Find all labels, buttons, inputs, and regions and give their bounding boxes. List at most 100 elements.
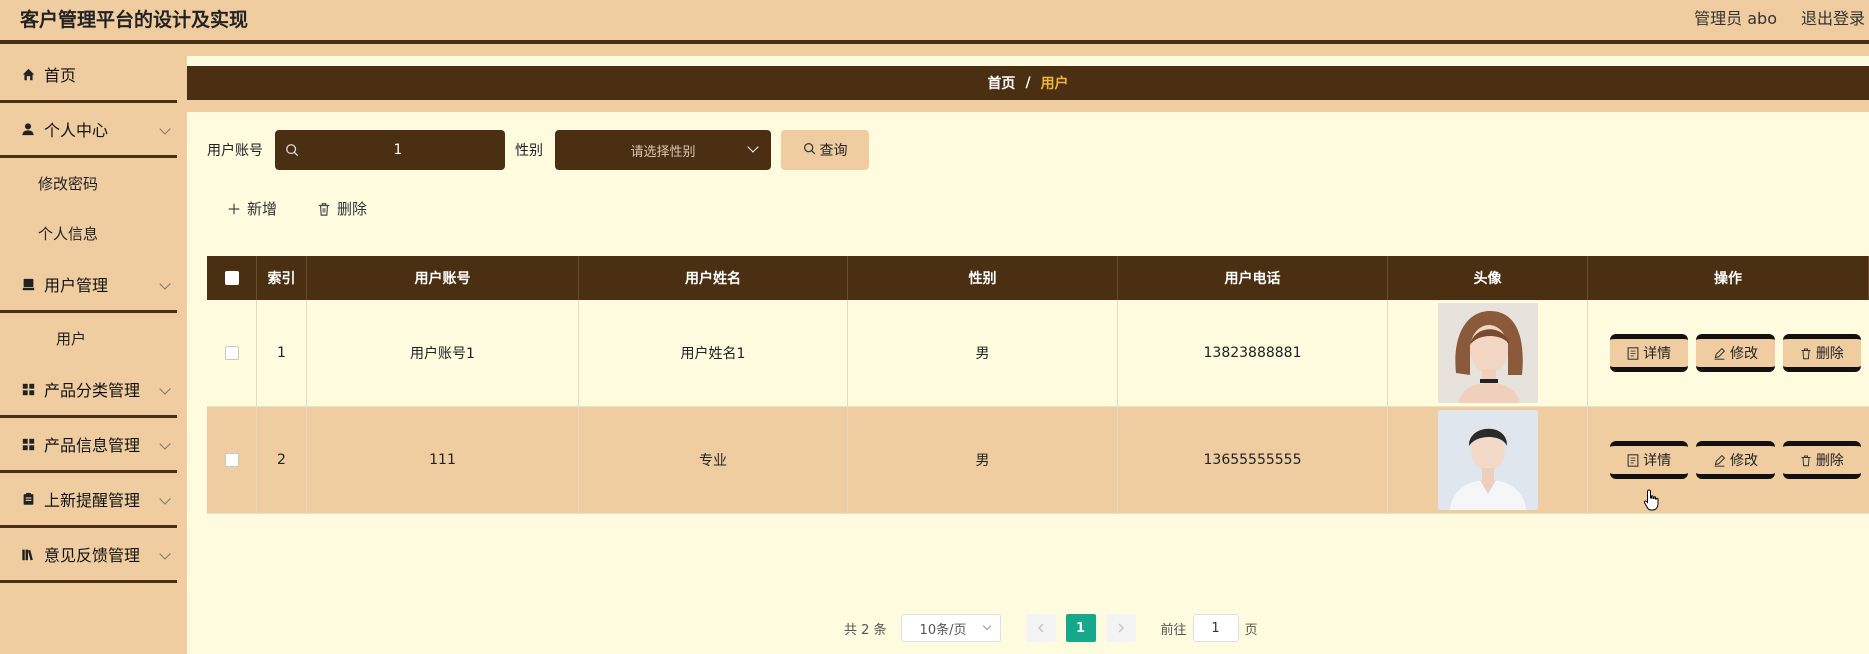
table-header: 索引 用户账号 用户姓名 性别 用户电话 头像 操作	[207, 256, 1869, 300]
detail-button[interactable]: 详情	[1610, 441, 1689, 479]
header-phone: 用户电话	[1118, 256, 1388, 300]
row-gender: 男	[848, 407, 1118, 513]
delete-button-label: 删除	[1815, 453, 1844, 469]
trash-icon	[1800, 347, 1812, 360]
header-account: 用户账号	[307, 256, 579, 300]
row-checkbox[interactable]	[224, 346, 239, 360]
sidebar-item-label: 上新提醒管理	[44, 491, 141, 510]
sidebar-item-new-arrival-reminder[interactable]: 上新提醒管理	[0, 473, 177, 528]
sidebar-item-feedback[interactable]: 意见反馈管理	[0, 528, 177, 583]
table-row: 2 111 专业 男 13655555555 详情 修改 删除	[207, 407, 1869, 514]
gender-select-placeholder: 请选择性别	[630, 144, 696, 160]
sidebar-item-user-management[interactable]: 用户管理	[0, 258, 177, 313]
delete-button[interactable]: 删除	[1782, 334, 1861, 372]
search-icon	[803, 142, 816, 159]
batch-delete-label: 删除	[337, 200, 368, 218]
delete-button[interactable]: 删除	[1782, 441, 1861, 479]
person-icon	[20, 121, 36, 137]
page-number-current[interactable]: 1	[1065, 614, 1096, 642]
pencil-icon	[1713, 454, 1726, 467]
pagination-total: 共 2 条	[844, 622, 887, 638]
sidebar-item-product-category[interactable]: 产品分类管理	[0, 363, 177, 418]
goto-prefix: 前往	[1160, 622, 1187, 638]
current-user-label: 管理员 abo	[1694, 9, 1777, 28]
user-table: 索引 用户账号 用户姓名 性别 用户电话 头像 操作 1 用户账号1 用户姓名1…	[207, 256, 1869, 514]
goto-page-input[interactable]	[1192, 614, 1239, 642]
next-page-button[interactable]	[1105, 614, 1136, 642]
chevron-down-icon	[159, 548, 171, 560]
clipboard-icon	[20, 491, 36, 507]
sidebar-subitem-personal-info[interactable]: 个人信息	[0, 208, 177, 258]
account-search-input[interactable]	[275, 130, 505, 170]
header-checkbox-cell	[207, 256, 257, 300]
sidebar-item-personal-center[interactable]: 个人中心	[0, 103, 177, 158]
row-checkbox[interactable]	[224, 453, 239, 467]
main-content: 首页 / 用户 用户账号 性别 请选择性别 查询	[187, 48, 1869, 654]
trash-icon	[317, 202, 331, 216]
row-name: 用户姓名1	[579, 300, 848, 406]
account-label: 用户账号	[207, 143, 263, 159]
sidebar-item-label: 首页	[44, 66, 77, 85]
header-operations: 操作	[1588, 256, 1869, 300]
row-checkbox-cell	[207, 300, 257, 406]
row-index: 2	[257, 407, 307, 513]
table-row: 1 用户账号1 用户姓名1 男 13823888881 详情 修改 删除	[207, 300, 1869, 407]
sidebar-subitem-users[interactable]: 用户	[0, 313, 177, 363]
detail-button[interactable]: 详情	[1610, 334, 1689, 372]
row-avatar-cell	[1388, 407, 1588, 513]
chevron-down-icon	[159, 278, 171, 290]
prev-page-button[interactable]	[1025, 614, 1056, 642]
header-avatar: 头像	[1388, 256, 1588, 300]
row-operations: 详情 修改 删除	[1588, 300, 1869, 406]
home-icon	[20, 66, 36, 82]
page-size-value: 10条/页	[919, 622, 967, 638]
gender-select[interactable]: 请选择性别	[555, 130, 771, 170]
batch-delete-button[interactable]: 删除	[317, 198, 367, 219]
books-icon	[20, 546, 36, 562]
chevron-down-icon	[159, 493, 171, 505]
grid-icon	[20, 436, 36, 452]
query-button-label: 查询	[819, 143, 848, 159]
document-icon	[1627, 346, 1639, 360]
plus-icon	[227, 202, 241, 216]
sidebar-item-label: 产品分类管理	[44, 381, 141, 400]
query-button[interactable]: 查询	[781, 130, 869, 170]
detail-button-label: 详情	[1643, 346, 1672, 362]
top-bar: 客户管理平台的设计及实现 管理员 abo 退出登录	[0, 0, 1869, 44]
row-phone: 13655555555	[1118, 407, 1388, 513]
edit-button[interactable]: 修改	[1696, 441, 1775, 479]
document-icon	[1627, 453, 1639, 467]
header-gender: 性别	[848, 256, 1118, 300]
chevron-right-icon	[1118, 623, 1124, 633]
row-avatar-cell	[1388, 300, 1588, 406]
sidebar-item-label: 个人中心	[44, 121, 109, 140]
logout-button[interactable]: 退出登录	[1801, 5, 1865, 29]
goto-page: 前往 页	[1161, 614, 1258, 642]
row-gender: 男	[848, 300, 1118, 406]
male-avatar	[1437, 410, 1538, 510]
search-icon	[285, 142, 299, 161]
row-account: 111	[307, 407, 579, 513]
row-account: 用户账号1	[307, 300, 579, 406]
action-row: 新增 删除	[227, 198, 407, 219]
add-button-label: 新增	[247, 200, 278, 218]
gender-label: 性别	[515, 143, 543, 159]
header-index: 索引	[257, 256, 307, 300]
chevron-left-icon	[1037, 623, 1044, 633]
add-button[interactable]: 新增	[227, 198, 277, 219]
pencil-icon	[1713, 347, 1726, 360]
chevron-down-icon	[159, 383, 171, 395]
sidebar-item-home[interactable]: 首页	[0, 48, 177, 103]
select-all-checkbox[interactable]	[224, 271, 239, 285]
sidebar-item-product-info[interactable]: 产品信息管理	[0, 418, 177, 473]
goto-suffix: 页	[1244, 622, 1258, 638]
sidebar: 首页 个人中心 修改密码 个人信息 用户管理 用户 产品分类管理 产品信息管理	[0, 48, 187, 654]
breadcrumb-home[interactable]: 首页	[987, 73, 1015, 93]
detail-button-label: 详情	[1643, 453, 1672, 469]
page-size-select[interactable]: 10条/页	[900, 614, 1001, 642]
edit-button-label: 修改	[1729, 346, 1758, 362]
edit-button[interactable]: 修改	[1696, 334, 1775, 372]
pagination: 共 2 条 10条/页 1 前往 页	[844, 614, 1258, 642]
sidebar-subitem-change-password[interactable]: 修改密码	[0, 158, 177, 208]
row-index: 1	[257, 300, 307, 406]
